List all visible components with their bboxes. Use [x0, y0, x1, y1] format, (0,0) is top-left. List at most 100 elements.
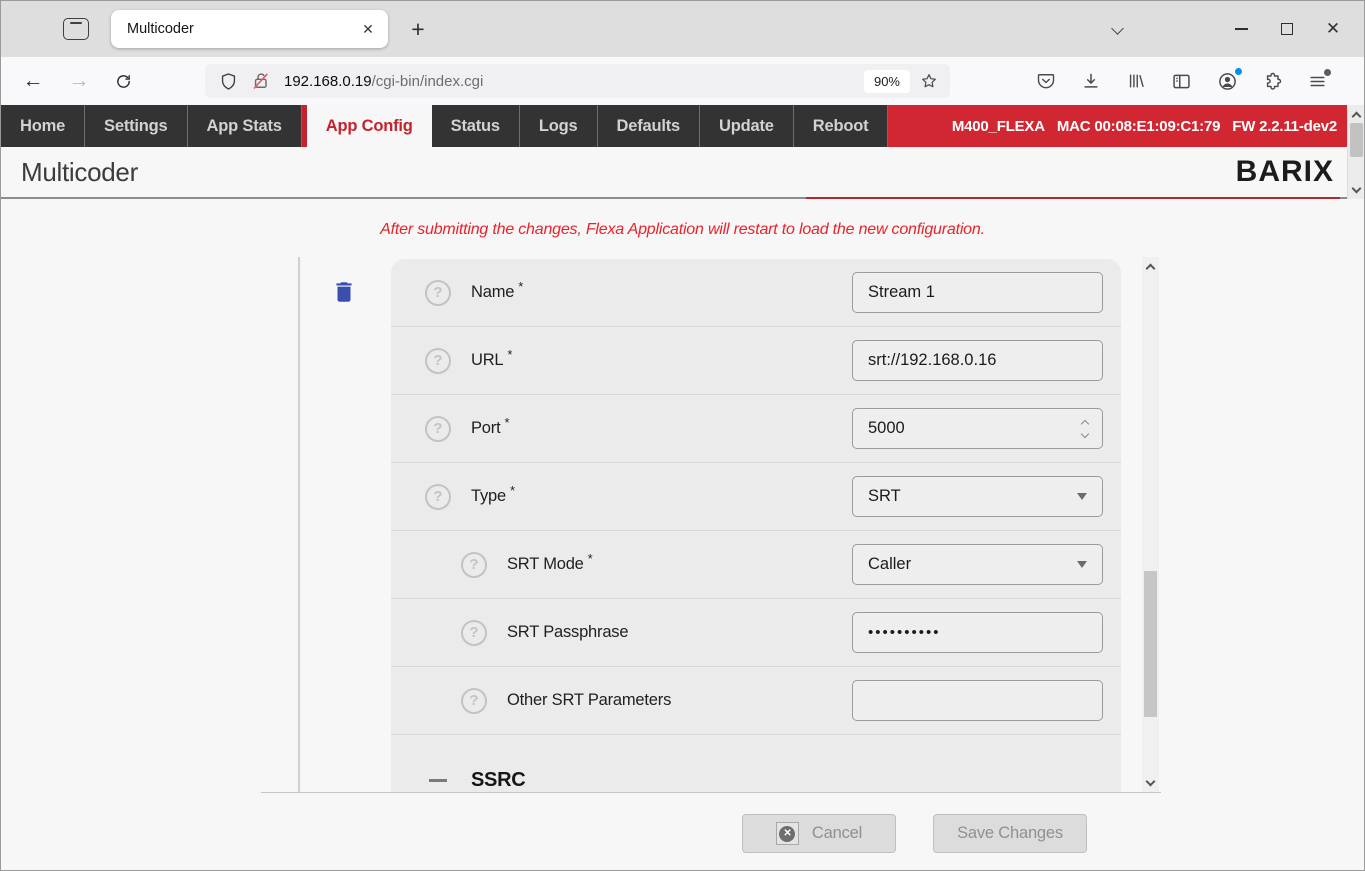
list-all-tabs-icon[interactable] — [1105, 12, 1130, 46]
required-mark: * — [588, 551, 593, 566]
tab-title: Multicoder — [127, 21, 356, 37]
url-text: 192.168.0.19/cgi-bin/index.cgi — [284, 73, 864, 90]
scroll-down-icon[interactable] — [1142, 774, 1159, 792]
scrollbar-thumb[interactable] — [1350, 123, 1363, 157]
nav-item-update[interactable]: Update — [700, 105, 794, 147]
field-label: Port — [471, 419, 500, 438]
nav-item-defaults[interactable]: Defaults — [598, 105, 701, 147]
number-stepper-icon[interactable] — [1082, 421, 1088, 437]
browser-toolbar: ← → 192.168.0.19/cgi-bin/index.cgi 90% — [1, 57, 1364, 105]
help-icon[interactable]: ? — [461, 688, 487, 714]
save-label: Save Changes — [957, 824, 1063, 843]
form-row-srt-mode: ? SRT Mode * Caller — [391, 531, 1121, 599]
menu-icon[interactable] — [1308, 72, 1327, 91]
required-mark: * — [518, 279, 523, 294]
zoom-level-badge[interactable]: 90% — [864, 70, 910, 93]
form-row-srt-passphrase: ? SRT Passphrase •••••••••• — [391, 599, 1121, 667]
close-button[interactable]: ✕ — [1310, 9, 1356, 49]
help-icon[interactable]: ? — [461, 620, 487, 646]
firefox-view-icon[interactable] — [63, 18, 89, 40]
help-icon[interactable]: ? — [425, 348, 451, 374]
ssrc-section-header: SSRC — [391, 769, 1121, 792]
barix-top-frame: Home Settings App Stats App Config Statu… — [1, 105, 1364, 199]
srt-mode-select[interactable]: Caller — [852, 544, 1103, 585]
port-input[interactable]: 5000 — [852, 408, 1103, 449]
sidebars-icon[interactable] — [1171, 71, 1192, 92]
scroll-up-icon[interactable] — [1142, 257, 1159, 275]
nav-item-status[interactable]: Status — [432, 105, 520, 147]
account-icon[interactable] — [1217, 71, 1238, 92]
cancel-label: Cancel — [812, 824, 862, 843]
footer-divider — [261, 792, 1161, 793]
field-label: Name — [471, 283, 514, 302]
extensions-icon[interactable] — [1263, 71, 1283, 91]
top-frame-scrollbar[interactable] — [1347, 105, 1364, 199]
form-row-type: ? Type * SRT — [391, 463, 1121, 531]
device-info-banner: M400_FLEXA MAC 00:08:E1:09:C1:79 FW 2.2.… — [888, 105, 1347, 147]
help-icon[interactable]: ? — [461, 552, 487, 578]
stream-rail-divider — [298, 257, 300, 792]
dropdown-arrow-icon — [1077, 561, 1087, 568]
nav-item-reboot[interactable]: Reboot — [794, 105, 889, 147]
page-header: Multicoder BARIX — [1, 147, 1364, 199]
toolbar-icons — [1036, 71, 1327, 92]
back-button[interactable]: ← — [17, 65, 49, 97]
scrollbar-thumb[interactable] — [1144, 571, 1157, 717]
nav-item-app-stats[interactable]: App Stats — [188, 105, 302, 147]
required-mark: * — [507, 347, 512, 362]
forward-button[interactable]: → — [63, 65, 95, 97]
required-mark: * — [510, 483, 515, 498]
url-domain: 192.168.0.19 — [284, 73, 372, 90]
dropdown-arrow-icon — [1077, 493, 1087, 500]
scroll-down-icon[interactable] — [1348, 181, 1365, 199]
page-title: Multicoder — [21, 157, 138, 188]
srt-passphrase-input[interactable]: •••••••••• — [852, 612, 1103, 653]
help-icon[interactable]: ? — [425, 416, 451, 442]
reload-icon[interactable] — [107, 65, 139, 97]
tab-close-icon[interactable]: ✕ — [356, 17, 380, 41]
nav-item-settings[interactable]: Settings — [85, 105, 188, 147]
device-model: M400_FLEXA — [952, 118, 1045, 135]
collapse-minus-icon[interactable] — [429, 779, 447, 782]
type-select[interactable]: SRT — [852, 476, 1103, 517]
section-title: SSRC — [471, 769, 525, 792]
cancel-button[interactable]: ✕ Cancel — [742, 814, 896, 853]
nav-item-home[interactable]: Home — [1, 105, 85, 147]
nav-item-logs[interactable]: Logs — [520, 105, 598, 147]
field-label: URL — [471, 351, 503, 370]
url-value: srt://192.168.0.16 — [868, 351, 1090, 370]
save-changes-button[interactable]: Save Changes — [933, 814, 1087, 853]
restart-warning-text: After submitting the changes, Flexa Appl… — [1, 199, 1364, 239]
scroll-up-icon[interactable] — [1348, 105, 1365, 123]
minimize-button[interactable] — [1218, 9, 1264, 49]
bookmark-star-icon[interactable] — [920, 72, 938, 90]
other-srt-parameters-input[interactable] — [852, 680, 1103, 721]
form-row-other-srt-parameters: ? Other SRT Parameters — [391, 667, 1121, 735]
help-icon[interactable]: ? — [425, 280, 451, 306]
downloads-icon[interactable] — [1081, 71, 1101, 91]
library-icon[interactable] — [1126, 71, 1146, 91]
maximize-button[interactable] — [1264, 9, 1310, 49]
barix-logo: BARIX — [1236, 155, 1334, 189]
cancel-x-icon: ✕ — [776, 822, 799, 845]
name-input[interactable]: Stream 1 — [852, 272, 1103, 313]
help-icon[interactable]: ? — [425, 484, 451, 510]
shield-icon[interactable] — [219, 72, 238, 91]
port-value: 5000 — [868, 419, 1082, 438]
srt-passphrase-value: •••••••••• — [868, 624, 1090, 641]
pocket-icon[interactable] — [1036, 71, 1056, 91]
delete-stream-icon[interactable] — [331, 279, 357, 305]
field-label: SRT Passphrase — [507, 623, 628, 642]
site-navigation: Home Settings App Stats App Config Statu… — [1, 105, 1364, 147]
url-bar[interactable]: 192.168.0.19/cgi-bin/index.cgi 90% — [205, 64, 950, 98]
browser-titlebar: Multicoder ✕ + ✕ — [1, 1, 1364, 57]
new-tab-button[interactable]: + — [402, 13, 434, 45]
field-label: Other SRT Parameters — [507, 691, 671, 710]
field-label: SRT Mode — [507, 555, 584, 574]
form-scrollbar[interactable] — [1142, 257, 1159, 792]
browser-tab[interactable]: Multicoder ✕ — [111, 10, 388, 48]
url-input[interactable]: srt://192.168.0.16 — [852, 340, 1103, 381]
nav-item-app-config[interactable]: App Config — [302, 105, 432, 147]
url-path: /cgi-bin/index.cgi — [372, 73, 484, 90]
insecure-lock-icon[interactable] — [251, 71, 271, 91]
